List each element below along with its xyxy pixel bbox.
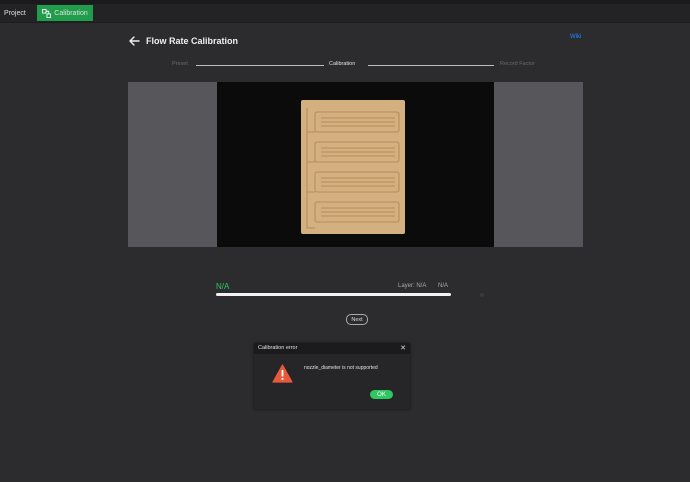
step-divider	[196, 65, 324, 66]
calibration-print-plate	[297, 100, 405, 234]
tab-project-label: Project	[4, 9, 26, 17]
warning-icon	[272, 364, 293, 383]
calibration-error-dialog: Calibration error ✕ nozzle_diameter is n…	[254, 343, 410, 409]
progress-bar-fill	[216, 293, 451, 296]
header: Flow Rate Calibration	[128, 35, 238, 47]
tab-project[interactable]: Project	[0, 5, 38, 21]
calibration-icon	[42, 8, 52, 18]
page-title: Flow Rate Calibration	[146, 36, 239, 46]
dialog-message: nozzle_diameter is not supported	[304, 365, 378, 371]
print-photo	[217, 82, 494, 247]
tab-bar: Project Calibration	[0, 4, 690, 23]
step-indicator: Preset Calibration Record Factor	[172, 61, 540, 71]
layer-status: Layer: N/A	[398, 283, 427, 289]
calibration-image-panel	[128, 82, 583, 247]
back-arrow-icon[interactable]	[128, 35, 140, 47]
step-preset: Preset	[172, 61, 188, 67]
next-button[interactable]: Next	[346, 314, 368, 325]
dialog-titlebar: Calibration error ✕	[254, 343, 410, 354]
step-divider	[368, 65, 494, 66]
progress-percent: N/A	[216, 282, 230, 291]
tab-calibration[interactable]: Calibration	[37, 5, 93, 21]
step-record-factor: Record Factor	[500, 61, 535, 67]
progress-bar	[216, 293, 451, 296]
time-status: N/A	[438, 283, 449, 289]
progress-indicator-dot	[480, 293, 484, 297]
close-icon[interactable]: ✕	[400, 344, 406, 352]
ok-button[interactable]: OK	[370, 390, 393, 399]
step-calibration: Calibration	[329, 61, 356, 67]
wiki-link[interactable]: Wiki	[570, 34, 581, 40]
dialog-title: Calibration error	[258, 345, 298, 351]
print-pattern	[297, 108, 400, 230]
tab-calibration-label: Calibration	[54, 9, 88, 17]
